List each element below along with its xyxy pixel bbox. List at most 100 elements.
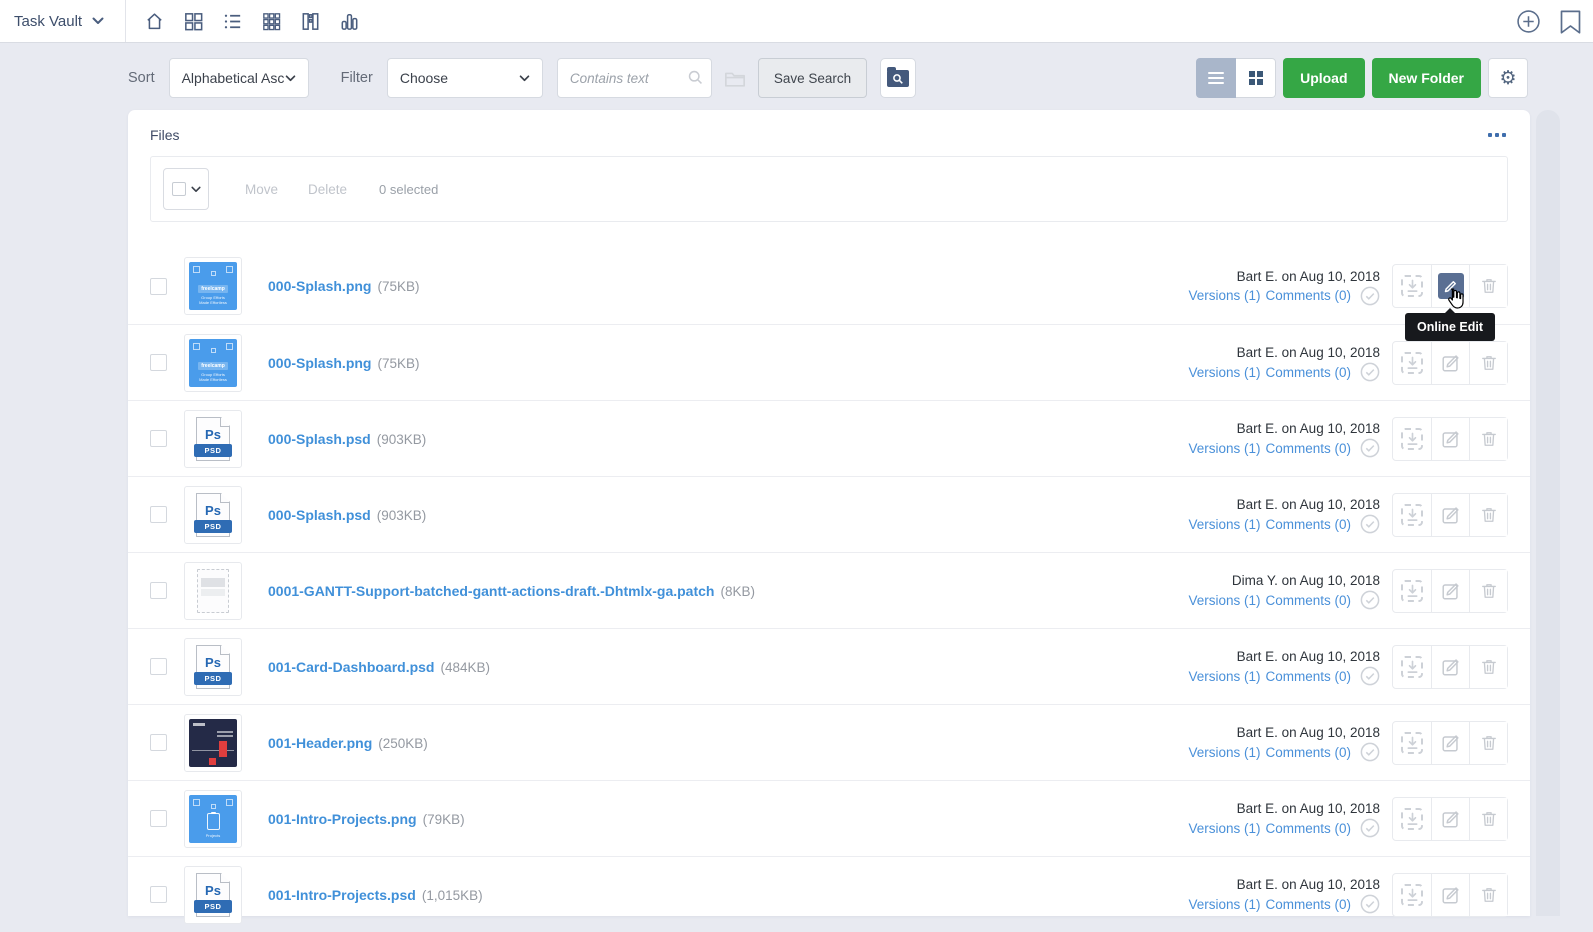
home-icon[interactable] — [142, 9, 166, 33]
file-thumbnail[interactable]: freelcamp Group EffortsMade Effortless P… — [184, 486, 242, 544]
search-in-folder-button[interactable] — [880, 58, 916, 98]
download-button[interactable] — [1393, 722, 1431, 764]
file-thumbnail[interactable]: freelcamp Group EffortsMade Effortless P… — [184, 410, 242, 468]
plus-circle-icon[interactable] — [1516, 9, 1541, 34]
online-edit-button[interactable] — [1431, 874, 1469, 916]
bookmark-icon[interactable] — [1557, 8, 1584, 35]
download-icon — [1401, 808, 1423, 830]
file-thumbnail[interactable]: freelcamp Group EffortsMade Effortless P… — [184, 638, 242, 696]
file-thumbnail[interactable]: freelcamp Group EffortsMade Effortless P… — [184, 714, 242, 772]
row-checkbox[interactable] — [150, 886, 167, 903]
file-name-link[interactable]: 001-Intro-Projects.psd — [268, 887, 416, 903]
row-checkbox[interactable] — [150, 658, 167, 675]
columns-icon[interactable] — [298, 9, 322, 33]
online-edit-button[interactable] — [1431, 342, 1469, 384]
file-name-link[interactable]: 001-Header.png — [268, 735, 372, 751]
download-button[interactable] — [1393, 874, 1431, 916]
file-name-link[interactable]: 001-Intro-Projects.png — [268, 811, 417, 827]
delete-button[interactable] — [1469, 418, 1507, 460]
sort-select[interactable]: Alphabetical Asc — [169, 58, 309, 98]
row-checkbox[interactable] — [150, 506, 167, 523]
row-checkbox[interactable] — [150, 430, 167, 447]
save-search-button[interactable]: Save Search — [758, 58, 867, 98]
grid-3x3-icon[interactable] — [259, 9, 283, 33]
download-button[interactable] — [1393, 798, 1431, 840]
upload-button[interactable]: Upload — [1283, 58, 1364, 98]
list-view-toggle[interactable] — [1196, 58, 1236, 98]
comments-link[interactable]: Comments (0) — [1265, 515, 1351, 534]
filter-select[interactable]: Choose — [387, 58, 543, 98]
delete-button[interactable] — [1469, 646, 1507, 688]
comments-link[interactable]: Comments (0) — [1265, 667, 1351, 686]
panel-menu-icon[interactable] — [1486, 129, 1508, 141]
file-name-link[interactable]: 000-Splash.psd — [268, 507, 371, 523]
file-thumbnail[interactable]: freelcamp Group EffortsMade Effortless P… — [184, 334, 242, 392]
file-name-link[interactable]: 0001-GANTT-Support-batched-gantt-actions… — [268, 583, 714, 599]
versions-link[interactable]: Versions (1) — [1188, 667, 1260, 686]
download-button[interactable] — [1393, 265, 1431, 307]
file-thumbnail[interactable]: freelcamp Group EffortsMade Effortless P… — [184, 257, 242, 315]
download-button[interactable] — [1393, 418, 1431, 460]
online-edit-button[interactable] — [1431, 646, 1469, 688]
versions-link[interactable]: Versions (1) — [1188, 439, 1260, 458]
online-edit-button[interactable] — [1431, 798, 1469, 840]
download-button[interactable] — [1393, 570, 1431, 612]
row-checkbox[interactable] — [150, 354, 167, 371]
row-checkbox[interactable] — [150, 582, 167, 599]
file-thumbnail[interactable]: freelcamp Group EffortsMade Effortless P… — [184, 790, 242, 848]
download-button[interactable] — [1393, 342, 1431, 384]
versions-link[interactable]: Versions (1) — [1188, 743, 1260, 762]
comments-link[interactable]: Comments (0) — [1265, 591, 1351, 610]
file-name-link[interactable]: 000-Splash.png — [268, 355, 371, 371]
comments-link[interactable]: Comments (0) — [1265, 439, 1351, 458]
row-checkbox[interactable] — [150, 278, 167, 295]
file-thumbnail[interactable]: freelcamp Group EffortsMade Effortless P… — [184, 562, 242, 620]
online-edit-button[interactable] — [1431, 418, 1469, 460]
versions-link[interactable]: Versions (1) — [1188, 895, 1260, 914]
file-thumbnail[interactable]: freelcamp Group EffortsMade Effortless P… — [184, 866, 242, 924]
comments-link[interactable]: Comments (0) — [1265, 895, 1351, 914]
comments-link[interactable]: Comments (0) — [1265, 819, 1351, 838]
file-name-link[interactable]: 000-Splash.png — [268, 278, 371, 294]
move-button[interactable]: Move — [245, 182, 278, 197]
file-author-date: Bart E. on Aug 10, 2018 — [1188, 647, 1380, 666]
delete-button[interactable] — [1469, 342, 1507, 384]
settings-button[interactable]: ⚙ — [1488, 58, 1528, 98]
row-checkbox[interactable] — [150, 810, 167, 827]
download-icon — [1401, 656, 1423, 678]
delete-button[interactable] — [1469, 874, 1507, 916]
select-all-dropdown[interactable] — [163, 168, 209, 210]
versions-link[interactable]: Versions (1) — [1188, 591, 1260, 610]
comments-link[interactable]: Comments (0) — [1265, 363, 1351, 382]
download-button[interactable] — [1393, 494, 1431, 536]
delete-button[interactable] — [1469, 494, 1507, 536]
bar-chart-icon[interactable] — [337, 9, 361, 33]
delete-button[interactable]: Delete — [308, 182, 347, 197]
workspace-switcher[interactable]: Task Vault — [0, 0, 126, 42]
list-icon[interactable] — [220, 9, 244, 33]
row-checkbox[interactable] — [150, 734, 167, 751]
file-name-link[interactable]: 000-Splash.psd — [268, 431, 371, 447]
delete-button[interactable] — [1469, 722, 1507, 764]
online-edit-button[interactable] — [1431, 494, 1469, 536]
scrollbar-track[interactable] — [1536, 110, 1560, 916]
delete-button[interactable] — [1469, 798, 1507, 840]
download-button[interactable] — [1393, 646, 1431, 688]
file-name-link[interactable]: 001-Card-Dashboard.psd — [268, 659, 434, 675]
versions-link[interactable]: Versions (1) — [1188, 363, 1260, 382]
versions-link[interactable]: Versions (1) — [1188, 515, 1260, 534]
versions-link[interactable]: Versions (1) — [1188, 819, 1260, 838]
comments-link[interactable]: Comments (0) — [1265, 743, 1351, 762]
comments-link[interactable]: Comments (0) — [1265, 286, 1351, 305]
delete-button[interactable] — [1469, 570, 1507, 612]
approved-check-icon — [1360, 818, 1380, 838]
online-edit-button[interactable] — [1431, 570, 1469, 612]
file-author-date: Bart E. on Aug 10, 2018 — [1188, 343, 1380, 362]
delete-button[interactable] — [1469, 265, 1507, 307]
grid-view-toggle[interactable] — [1236, 58, 1276, 98]
new-folder-button[interactable]: New Folder — [1372, 58, 1481, 98]
online-edit-button[interactable] — [1431, 722, 1469, 764]
grid-2x2-icon[interactable] — [181, 9, 205, 33]
versions-link[interactable]: Versions (1) — [1188, 286, 1260, 305]
select-all-checkbox[interactable] — [172, 182, 186, 196]
